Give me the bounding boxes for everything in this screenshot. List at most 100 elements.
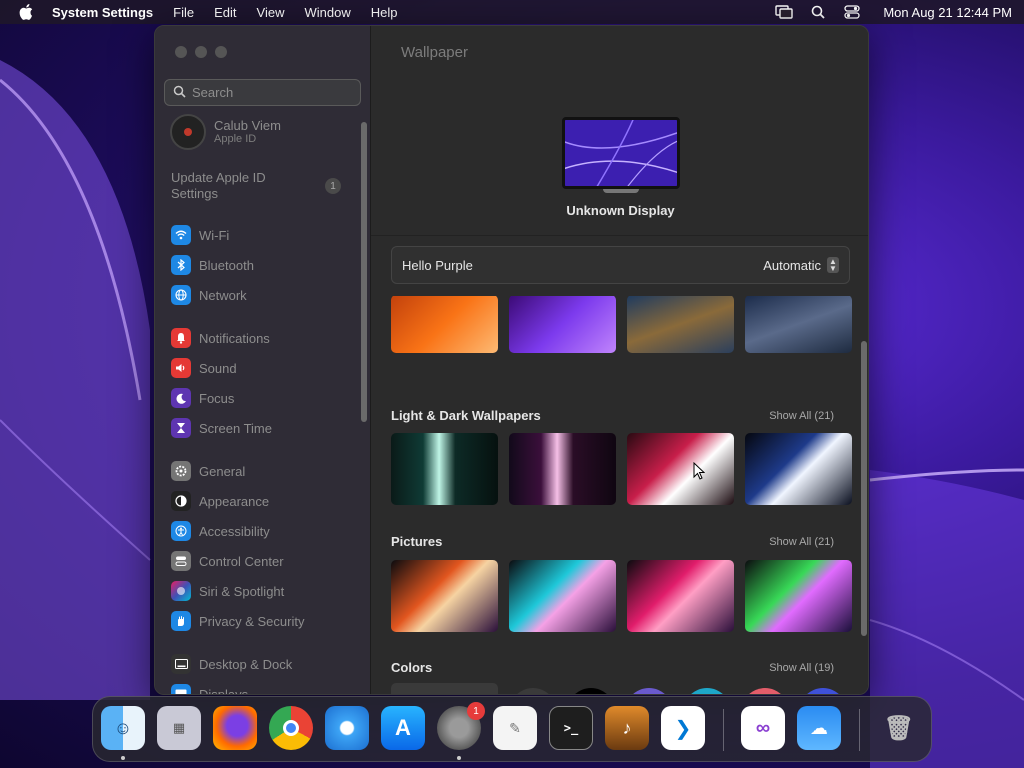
wallpaper-thumb-ventura-orange[interactable] — [391, 296, 498, 353]
sidebar-list: Calub Viem Apple ID Update Apple ID Sett… — [155, 114, 371, 694]
colors-show-all[interactable]: Show All (19) — [769, 662, 834, 674]
pictures-show-all[interactable]: Show All (21) — [769, 536, 834, 548]
sidebar-item-label: Control Center — [199, 553, 284, 569]
search-icon — [173, 85, 186, 101]
desktop-dock-icon — [171, 654, 191, 674]
color-swatch-blue[interactable] — [799, 688, 847, 694]
wifi-icon — [171, 225, 191, 245]
wallpaper-thumb-catalina-day[interactable] — [627, 296, 734, 353]
sidebar-item-bluetooth[interactable]: Bluetooth — [171, 253, 351, 277]
system-settings-icon[interactable]: 1 — [437, 702, 485, 750]
wallpaper-thumb-picture-2[interactable] — [509, 560, 616, 632]
general-icon — [171, 461, 191, 481]
add-color-button[interactable] — [509, 688, 557, 694]
sidebar-item-accessibility[interactable]: Accessibility — [171, 519, 351, 543]
update-apple-id-settings[interactable]: Update Apple ID Settings 1 — [171, 170, 341, 202]
minimize-button[interactable] — [195, 46, 207, 58]
menu-edit[interactable]: Edit — [214, 5, 236, 20]
menu-window[interactable]: Window — [304, 5, 350, 20]
color-swatch-teal[interactable] — [683, 688, 731, 694]
dock: ☺ ▦ A 1 ✎ >_ ♪ ❯ ∞ ☁ 🗑 — [92, 696, 932, 762]
trash-icon[interactable]: 🗑 — [877, 706, 921, 750]
wallpaper-thumb-catalina-night[interactable] — [745, 296, 852, 353]
spotlight-search-icon[interactable] — [809, 5, 827, 19]
color-swatch-pink[interactable] — [741, 688, 789, 694]
terminal-icon[interactable]: >_ — [549, 706, 593, 750]
sidebar-item-desktop-dock[interactable]: Desktop & Dock — [171, 652, 351, 676]
apple-menu-icon[interactable] — [12, 4, 40, 20]
sidebar-item-network[interactable]: Network — [171, 283, 351, 307]
search-input[interactable] — [192, 85, 352, 100]
sidebar-item-label: Accessibility — [199, 523, 270, 539]
color-swatch-black[interactable] — [567, 688, 615, 694]
wallpaper-pane: Wallpaper Unknown Display Hello Purple A… — [371, 26, 868, 694]
safari-icon[interactable] — [325, 706, 369, 750]
displays-icon — [171, 684, 191, 694]
sidebar-item-notifications[interactable]: Notifications — [171, 326, 351, 350]
system-settings-window: Calub Viem Apple ID Update Apple ID Sett… — [154, 25, 869, 695]
chrome-icon[interactable] — [269, 706, 313, 750]
sidebar-item-label: Privacy & Security — [199, 613, 305, 629]
sidebar-item-wifi[interactable]: Wi-Fi — [171, 223, 351, 247]
app-store-icon[interactable]: A — [381, 706, 425, 750]
garageband-icon[interactable]: ♪ — [605, 706, 649, 750]
menu-view[interactable]: View — [257, 5, 285, 20]
color-swatch-purple[interactable] — [625, 688, 673, 694]
firefox-icon[interactable] — [213, 706, 257, 750]
wallpaper-thumb-dynamic-4[interactable] — [745, 433, 852, 505]
wallpaper-thumb-picture-4[interactable] — [745, 560, 852, 632]
zoom-button[interactable] — [215, 46, 227, 58]
window-controls — [175, 46, 227, 58]
sidebar-item-sound[interactable]: Sound — [171, 356, 351, 380]
menu-help[interactable]: Help — [371, 5, 398, 20]
wallpaper-thumb-picture-3[interactable] — [627, 560, 734, 632]
screen-time-icon — [171, 418, 191, 438]
gallery-scrollbar[interactable] — [861, 341, 867, 636]
current-wallpaper-row: Hello Purple Automatic ▲ ▼ — [391, 246, 850, 284]
launchpad-icon[interactable]: ▦ — [157, 706, 201, 750]
wallpaper-thumb-dynamic-3[interactable] — [627, 433, 734, 505]
wallpaper-thumb-ventura-purple[interactable] — [509, 296, 616, 353]
sidebar-item-appearance[interactable]: Appearance — [171, 489, 351, 513]
color-picker-swatch[interactable] — [391, 683, 498, 694]
menu-file[interactable]: File — [173, 5, 194, 20]
close-button[interactable] — [175, 46, 187, 58]
sidebar-item-general[interactable]: General — [171, 459, 351, 483]
sidebar-scrollbar[interactable] — [361, 122, 367, 422]
sidebar-item-displays[interactable]: Displays — [171, 682, 351, 694]
divider — [371, 235, 868, 236]
sound-icon — [171, 358, 191, 378]
screen-mirroring-icon[interactable] — [775, 5, 794, 19]
update-count-badge: 1 — [325, 178, 341, 194]
sidebar-item-privacy-security[interactable]: Privacy & Security — [171, 609, 351, 633]
siri-icon — [171, 581, 191, 601]
visual-studio-icon[interactable]: ∞ — [741, 706, 785, 750]
avatar — [170, 114, 206, 150]
bluetooth-icon — [171, 255, 191, 275]
textedit-icon[interactable]: ✎ — [493, 706, 537, 750]
sidebar-item-screen-time[interactable]: Screen Time — [171, 416, 351, 440]
mouse-pointer-icon — [693, 462, 705, 480]
vscode-icon[interactable]: ❯ — [661, 706, 705, 750]
wallpaper-mode-dropdown[interactable]: Automatic ▲ ▼ — [763, 257, 839, 273]
sidebar-item-label: Desktop & Dock — [199, 656, 293, 672]
wallpaper-thumb-picture-1[interactable] — [391, 560, 498, 632]
wallpaper-thumb-dynamic-2[interactable] — [509, 433, 616, 505]
search-field[interactable] — [164, 79, 361, 106]
sidebar-item-focus[interactable]: Focus — [171, 386, 351, 410]
menu-app-name[interactable]: System Settings — [52, 5, 153, 20]
menu-clock[interactable]: Mon Aug 21 12:44 PM — [883, 5, 1012, 20]
wallpaper-mode-value: Automatic — [763, 257, 821, 273]
light-dark-show-all[interactable]: Show All (21) — [769, 410, 834, 422]
sidebar-item-control-center[interactable]: Control Center — [171, 549, 351, 573]
finder-icon[interactable]: ☺ — [101, 706, 145, 750]
weather-icon[interactable]: ☁ — [797, 706, 841, 750]
sidebar-item-label: General — [199, 463, 246, 479]
wallpaper-thumb-dynamic-1[interactable] — [391, 433, 498, 505]
sidebar-item-siri-spotlight[interactable]: Siri & Spotlight — [171, 579, 351, 603]
apple-id-account[interactable]: Calub Viem Apple ID — [170, 114, 281, 150]
display-stand — [603, 189, 639, 193]
sidebar-item-label: Focus — [199, 390, 235, 406]
control-center-menu-icon[interactable] — [843, 5, 861, 19]
display-name: Unknown Display — [566, 203, 675, 218]
